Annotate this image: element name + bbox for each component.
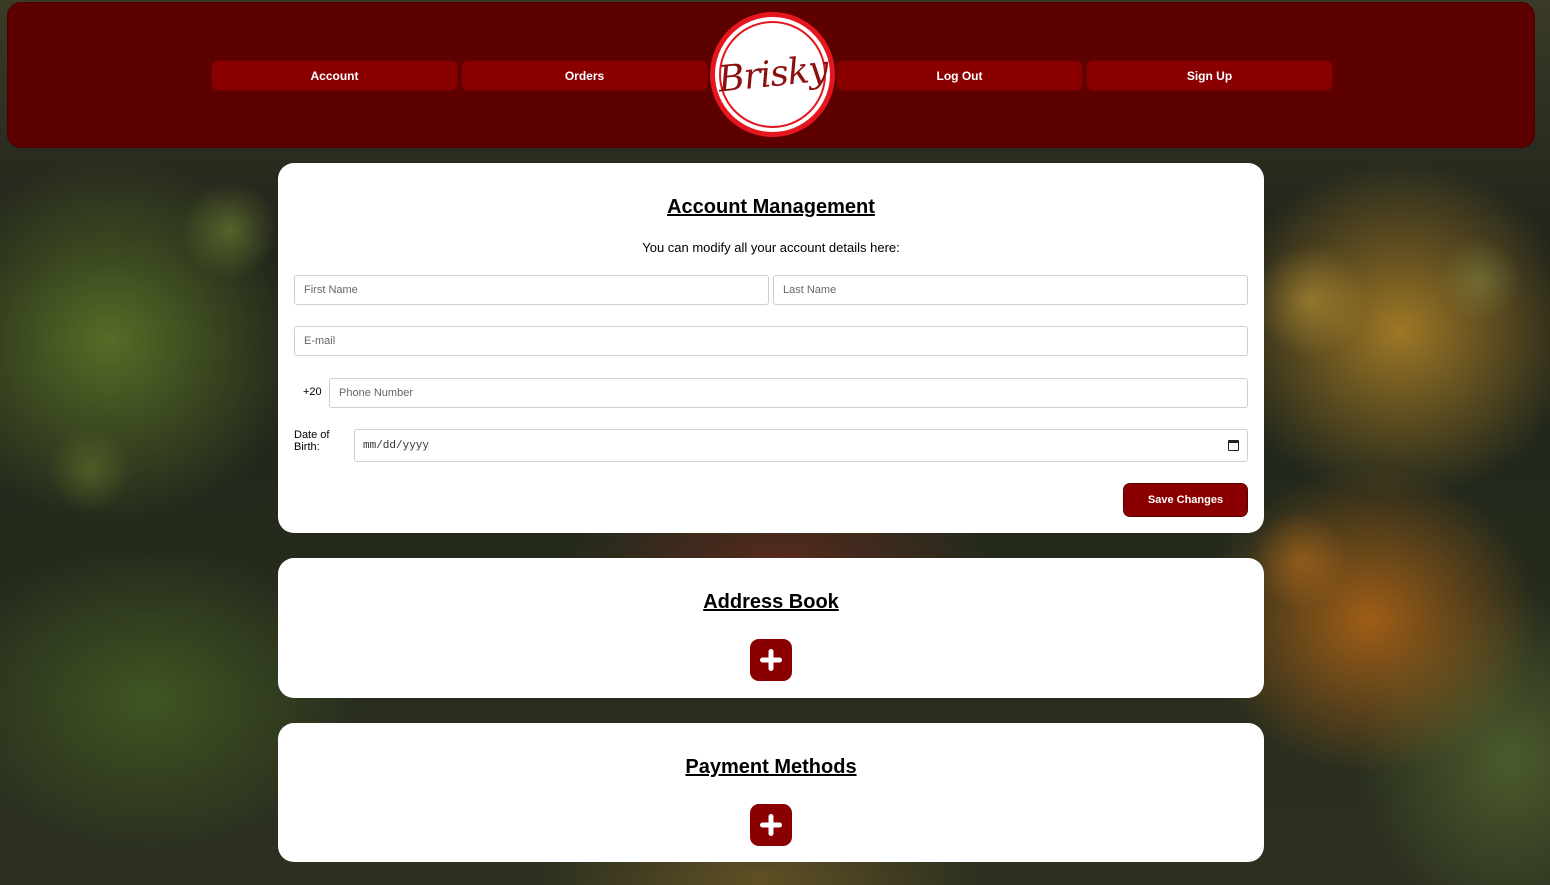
site-header: Account Orders Brisky Log Out Sign Up (7, 2, 1535, 148)
nav-signup-button[interactable]: Sign Up (1086, 60, 1333, 91)
email-input[interactable] (294, 326, 1248, 356)
nav-logout-button[interactable]: Log Out (836, 60, 1083, 91)
last-name-input[interactable] (773, 275, 1248, 305)
date-of-birth-input[interactable]: mm/dd/yyyy (354, 429, 1248, 462)
dob-placeholder: mm/dd/yyyy (363, 439, 430, 452)
dob-label: Date of Birth: (294, 429, 330, 453)
add-address-button[interactable] (750, 639, 792, 681)
plus-icon (760, 649, 782, 671)
first-name-input[interactable] (294, 275, 769, 305)
save-changes-button[interactable]: Save Changes (1123, 483, 1248, 517)
nav-account-button[interactable]: Account (211, 60, 458, 91)
logo-ring: Brisky (715, 21, 830, 128)
address-book-card: Address Book (278, 558, 1264, 698)
phone-number-input[interactable] (329, 378, 1248, 408)
logo-text: Brisky (715, 48, 830, 101)
nav-orders-button[interactable]: Orders (461, 60, 708, 91)
address-book-title: Address Book (703, 591, 839, 613)
phone-prefix-label: +20 (303, 386, 322, 398)
brisky-logo[interactable]: Brisky (710, 12, 835, 137)
account-management-subtitle: You can modify all your account details … (642, 240, 900, 255)
plus-icon (760, 814, 782, 836)
payment-methods-title: Payment Methods (685, 756, 857, 778)
calendar-icon[interactable] (1228, 440, 1239, 451)
account-management-title: Account Management (667, 196, 875, 218)
payment-methods-card: Payment Methods (278, 723, 1264, 862)
account-management-card: Account Management You can modify all yo… (278, 163, 1264, 533)
add-payment-button[interactable] (750, 804, 792, 846)
